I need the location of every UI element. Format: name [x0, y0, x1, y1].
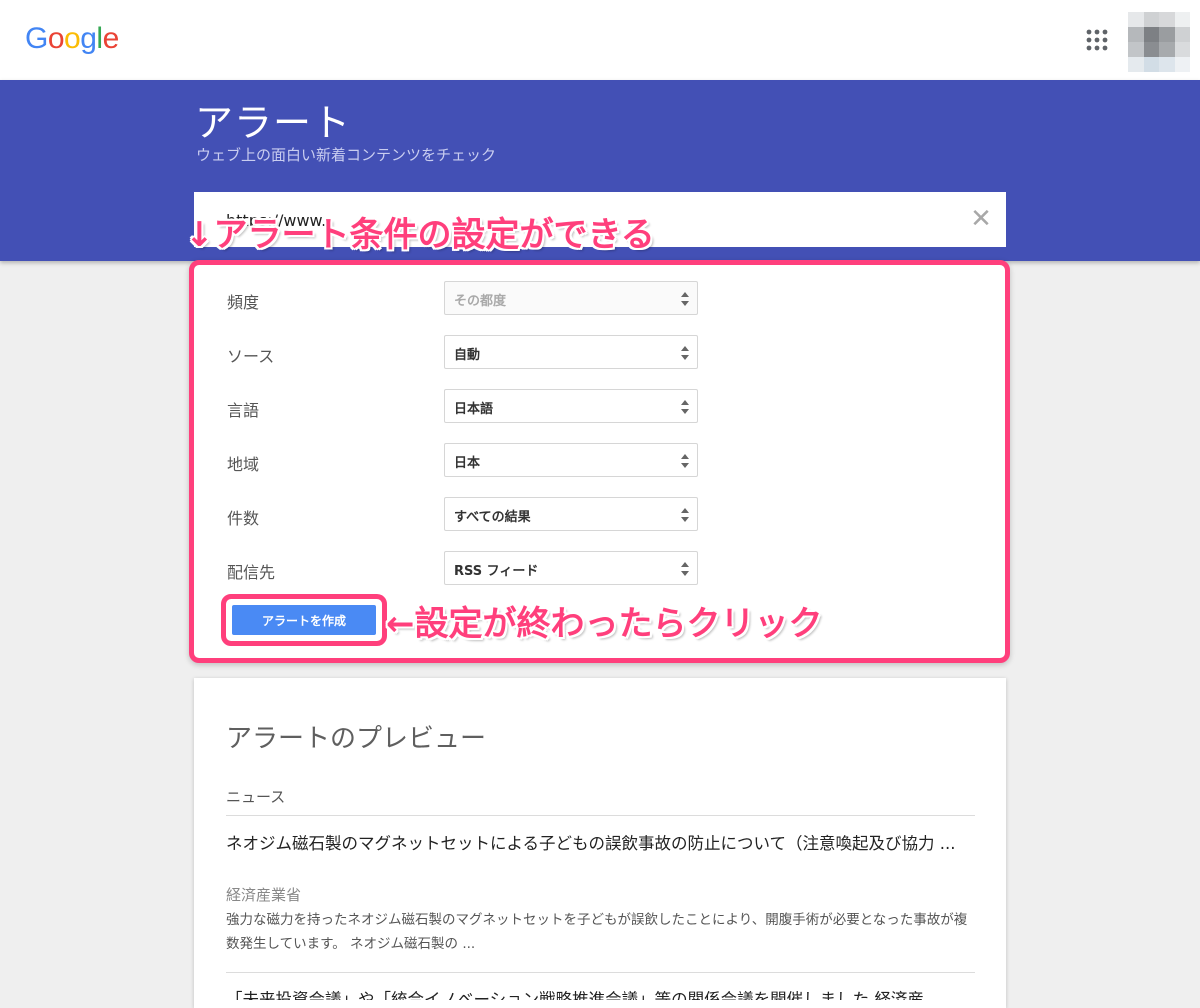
- avatar[interactable]: [1128, 12, 1190, 72]
- apps-grid-icon[interactable]: [1086, 29, 1108, 51]
- option-label: ソース: [227, 347, 275, 366]
- select-value: 自動: [454, 348, 481, 363]
- section-label-news: ニュース: [226, 788, 286, 806]
- select-value: 日本語: [454, 402, 494, 417]
- option-row-count: 件数 すべての結果: [194, 497, 1005, 533]
- option-row-frequency: 頻度 その都度: [194, 281, 1005, 317]
- option-row-language: 言語 日本語: [194, 389, 1005, 425]
- close-icon[interactable]: ✕: [966, 204, 996, 234]
- logo-letter: o: [64, 22, 81, 55]
- logo-letter: g: [80, 22, 97, 55]
- article-snippet: 強力な磁力を持ったネオジム磁石製のマグネットセットを子どもが誤飲したことにより、…: [226, 912, 968, 952]
- page-subtitle: ウェブ上の面白い新着コンテンツをチェック: [196, 146, 497, 164]
- frequency-select[interactable]: その都度: [444, 281, 698, 315]
- updown-arrow-icon: [681, 292, 689, 306]
- article-title-link[interactable]: 「未来投資会議」や「統合イノベーション戦略推進会議」等の関係会議を開催しました …: [226, 986, 976, 1000]
- select-value: その都度: [454, 294, 507, 309]
- annotation-settings: ↓アラート条件の設定ができる: [185, 215, 655, 255]
- updown-arrow-icon: [681, 508, 689, 522]
- preview-title: アラートのプレビュー: [226, 724, 487, 754]
- delivery-select[interactable]: RSS フィード: [444, 551, 698, 585]
- divider: [226, 972, 975, 973]
- article-source: 経済産業省: [226, 886, 302, 904]
- option-row-region: 地域 日本: [194, 443, 1005, 479]
- select-value: すべての結果: [454, 510, 531, 525]
- alert-preview-panel: アラートのプレビュー ニュース ネオジム磁石製のマグネットセットによる子どもの誤…: [194, 678, 1006, 1008]
- option-label: 地域: [227, 455, 260, 474]
- option-label: 頻度: [227, 293, 260, 312]
- select-value: RSS フィード: [454, 564, 539, 579]
- updown-arrow-icon: [681, 400, 689, 414]
- create-alert-button[interactable]: アラートを作成: [232, 605, 376, 635]
- article-title-link[interactable]: ネオジム磁石製のマグネットセットによる子どもの誤飲事故の防止について（注意喚起及…: [226, 832, 976, 856]
- page-title: アラート: [195, 101, 352, 145]
- divider: [226, 815, 975, 816]
- region-select[interactable]: 日本: [444, 443, 698, 477]
- top-bar: Google: [0, 0, 1200, 80]
- option-label: 配信先: [227, 563, 276, 582]
- updown-arrow-icon: [681, 346, 689, 360]
- language-select[interactable]: 日本語: [444, 389, 698, 423]
- updown-arrow-icon: [681, 454, 689, 468]
- create-button-highlight: アラートを作成: [221, 594, 387, 646]
- option-label: 言語: [227, 401, 260, 420]
- option-label: 件数: [227, 509, 260, 528]
- updown-arrow-icon: [681, 562, 689, 576]
- source-select[interactable]: 自動: [444, 335, 698, 369]
- option-row-delivery: 配信先 RSS フィード: [194, 551, 1005, 587]
- logo-letter: o: [47, 22, 65, 55]
- option-row-source: ソース 自動: [194, 335, 1005, 371]
- google-logo[interactable]: Google: [25, 22, 119, 56]
- logo-letter: G: [25, 22, 48, 55]
- select-value: 日本: [454, 456, 481, 471]
- logo-letter: e: [102, 22, 120, 55]
- annotation-click-hint: ←設定が終わったらクリック: [386, 604, 823, 644]
- count-select[interactable]: すべての結果: [444, 497, 698, 531]
